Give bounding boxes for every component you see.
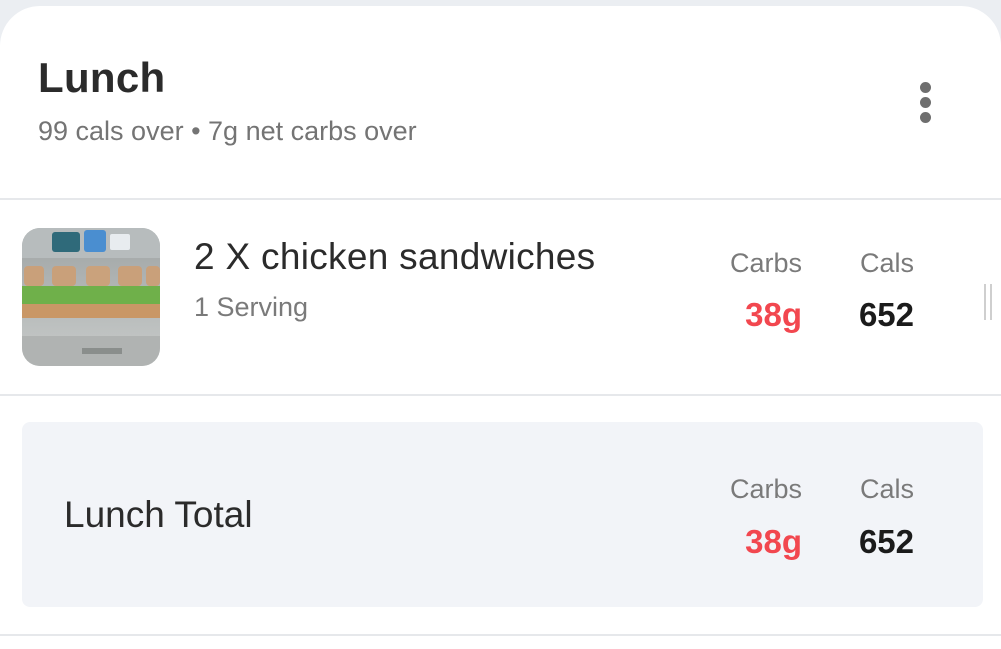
- food-item-serving: 1 Serving: [194, 292, 309, 322]
- more-options-button[interactable]: [900, 76, 952, 128]
- more-vertical-icon-dot: [920, 112, 931, 123]
- meal-summary: 99 cals over • 7g net carbs over: [38, 116, 417, 146]
- drag-handle-icon[interactable]: [984, 284, 992, 320]
- more-vertical-icon-dot: [920, 97, 931, 108]
- food-item-row[interactable]: 2 X chicken sandwiches 1 Serving Carbs C…: [0, 200, 1001, 396]
- total-carbs-value: 38g: [745, 523, 802, 560]
- meal-total-label: Lunch Total: [64, 494, 253, 535]
- food-item-name: 2 X chicken sandwiches: [194, 236, 596, 277]
- divider: [0, 634, 1001, 636]
- cals-value: 652: [858, 296, 914, 333]
- meal-card: Lunch 99 cals over • 7g net carbs over 2…: [0, 6, 1001, 649]
- total-carbs-label: Carbs: [729, 474, 802, 504]
- carbs-value: 38g: [745, 296, 802, 333]
- more-vertical-icon: [920, 82, 931, 93]
- total-cals-value: 652: [858, 523, 914, 560]
- meal-header: Lunch 99 cals over • 7g net carbs over: [0, 6, 1001, 200]
- cals-label: Cals: [859, 248, 914, 278]
- meal-title: Lunch: [38, 54, 166, 101]
- total-cals-label: Cals: [859, 474, 914, 504]
- carbs-label: Carbs: [729, 248, 802, 278]
- meal-total-panel: Lunch Total Carbs Cals 38g 652: [22, 422, 983, 607]
- food-photo: [22, 228, 160, 366]
